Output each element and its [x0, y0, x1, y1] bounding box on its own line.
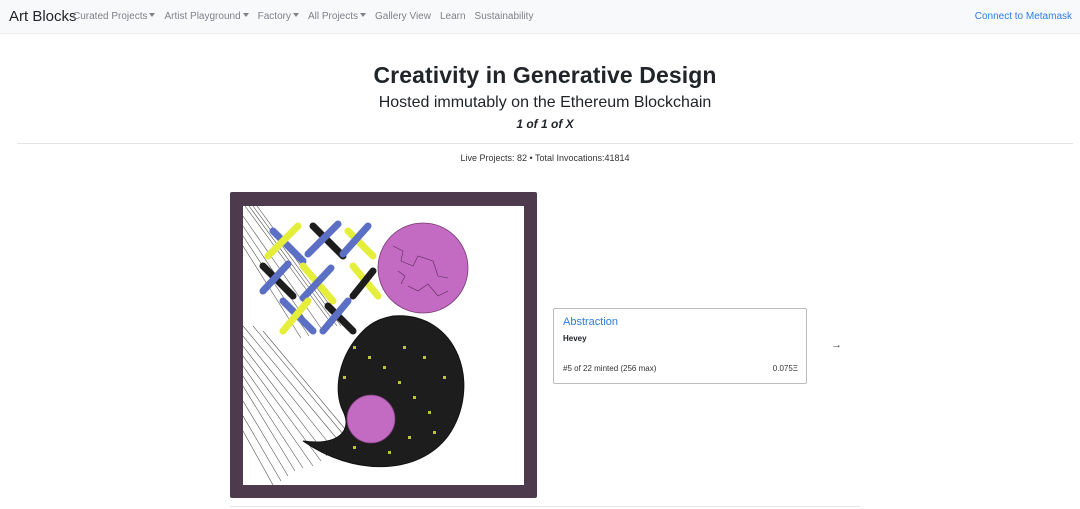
connect-metamask-link[interactable]: Connect to Metamask [975, 11, 1072, 22]
page-title: Creativity in Generative Design [373, 62, 717, 88]
project-card[interactable]: Abstraction Hevey #5 of 22 minted (256 m… [553, 308, 807, 384]
nav-item-factory[interactable]: Factory [258, 11, 299, 22]
arrow-right-icon[interactable]: → [831, 339, 842, 351]
nav-item-all-projects[interactable]: All Projects [308, 11, 366, 22]
caret-down-icon [292, 13, 299, 17]
minted-count: #5 of 22 minted (256 max) [563, 364, 657, 373]
stats-line: Live Projects: 82 • Total Invocations:41… [460, 153, 630, 163]
artwork-frame[interactable] [230, 192, 537, 498]
nav-item-artist-playground[interactable]: Artist Playground [164, 11, 249, 22]
nav-item-curated-projects[interactable]: Curated Projects [73, 11, 156, 22]
project-price: 0.075Ξ [772, 364, 798, 373]
bottom-divider [230, 506, 860, 507]
top-navbar: Art Blocks Curated Projects Artist Playg… [0, 0, 1080, 34]
page-subtitle: Hosted immutably on the Ethereum Blockch… [378, 94, 712, 111]
nav-item-learn[interactable]: Learn [440, 11, 466, 22]
nav-item-gallery-view[interactable]: Gallery View [375, 11, 431, 22]
tagline: 1 of 1 of X [516, 117, 574, 131]
project-artist: Hevey [563, 334, 587, 343]
caret-down-icon [360, 13, 366, 17]
section-divider [17, 143, 1073, 144]
nav-menu: Curated Projects Artist Playground Facto… [73, 11, 542, 22]
caret-down-icon [242, 13, 249, 17]
artwork-svg [243, 206, 469, 485]
project-title-link[interactable]: Abstraction [563, 316, 618, 328]
hero-section: Creativity in Generative Design Hosted i… [0, 62, 1080, 131]
nav-item-sustainability[interactable]: Sustainability [475, 11, 534, 22]
brand-logo[interactable]: Art Blocks [9, 8, 77, 25]
artwork-image [243, 206, 524, 485]
caret-down-icon [149, 13, 156, 17]
